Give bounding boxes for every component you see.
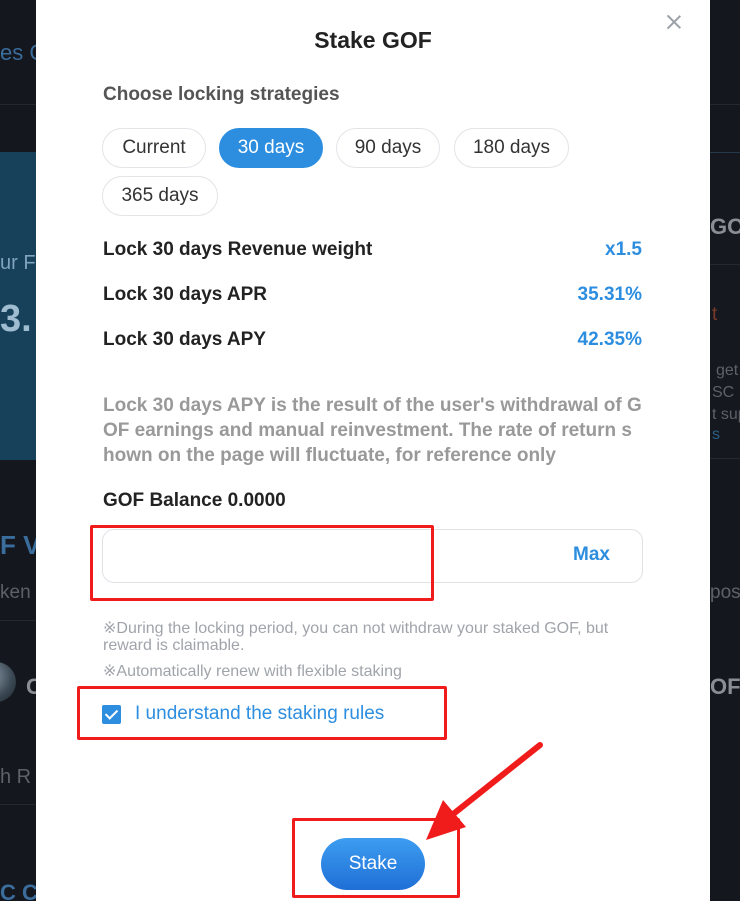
bg-text: posit — [710, 582, 740, 603]
renew-tip: ※Automatically renew with flexible staki… — [103, 663, 402, 680]
understand-checkbox[interactable] — [102, 705, 121, 724]
apy-label: Lock 30 days APY — [103, 329, 266, 350]
apy-note: Lock 30 days APY is the result of the us… — [103, 395, 642, 466]
bg-text: get — [716, 362, 739, 379]
revenue-weight-label: Lock 30 days Revenue weight — [103, 239, 373, 260]
stake-button[interactable]: Stake — [321, 838, 425, 890]
bg-text: s — [712, 426, 720, 443]
apy-value: 42.35% — [577, 329, 642, 350]
balance-label: GOF Balance 0.0000 — [103, 490, 286, 511]
bg-text: t — [712, 304, 718, 325]
strategy-365-days[interactable]: 365 days — [102, 176, 218, 216]
bg-text: GO — [710, 214, 740, 239]
amount-input[interactable] — [117, 540, 537, 572]
divider — [710, 458, 740, 459]
understand-label[interactable]: I understand the staking rules — [135, 703, 384, 725]
divider — [710, 264, 740, 265]
max-button[interactable]: Max — [573, 544, 610, 566]
apr-label: Lock 30 days APR — [103, 284, 268, 305]
strategy-current[interactable]: Current — [102, 128, 206, 168]
bg-text: h R — [0, 766, 32, 788]
amount-field: Max — [102, 529, 643, 583]
strategy-30-days[interactable]: 30 days — [219, 128, 323, 168]
divider — [0, 620, 36, 621]
bg-text: t sup — [712, 406, 740, 423]
apr-value: 35.31% — [577, 284, 642, 305]
bg-text: ur F — [0, 252, 36, 274]
strategy-90-days[interactable]: 90 days — [336, 128, 440, 168]
divider — [0, 804, 36, 805]
stake-modal: Stake GOF Choose locking strategies Curr… — [36, 0, 710, 901]
bg-text: SC , — [712, 384, 740, 401]
bg-text: OF — [710, 674, 740, 699]
strategy-180-days[interactable]: 180 days — [454, 128, 569, 168]
bg-text: ken — [0, 582, 31, 603]
modal-title: Stake GOF — [314, 27, 432, 53]
divider — [0, 104, 36, 105]
revenue-weight-value: x1.5 — [605, 239, 642, 260]
locking-tip: ※During the locking period, you can not … — [103, 620, 609, 654]
divider — [710, 104, 740, 105]
strategy-heading: Choose locking strategies — [103, 84, 340, 105]
bg-text: 3. — [0, 298, 32, 340]
